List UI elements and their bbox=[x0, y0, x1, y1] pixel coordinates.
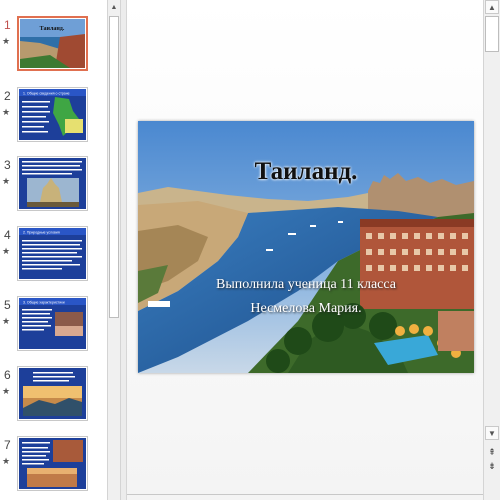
animation-star-icon: ★ bbox=[2, 107, 11, 117]
slide-thumbnail-6[interactable]: 6 ★ bbox=[0, 366, 107, 426]
slide-thumbnail-frame[interactable] bbox=[17, 436, 88, 491]
slide-title[interactable]: Таиланд. bbox=[138, 158, 474, 186]
slide-vertical-scrollbar[interactable]: ▲ ▼ ⇞ ⇟ bbox=[483, 0, 500, 500]
divider bbox=[127, 494, 483, 495]
current-slide[interactable]: Таиланд. Выполнила ученица 11 класса Нес… bbox=[138, 121, 474, 373]
slide-thumbnail-image bbox=[19, 368, 86, 419]
slide-number: 4 bbox=[4, 228, 11, 242]
animation-star-icon: ★ bbox=[2, 456, 11, 466]
slide-thumbnail-image: 1. Общие сведения о стране bbox=[19, 89, 86, 140]
thumbnail-title: Таиланд. bbox=[40, 26, 65, 32]
scroll-up-arrow-icon[interactable]: ▲ bbox=[485, 0, 499, 14]
scroll-up-arrow-icon[interactable]: ▲ bbox=[108, 0, 120, 14]
thumbnail-title: 1. Общие сведения о стране bbox=[23, 92, 70, 96]
thumbnail-pane-scrollbar[interactable]: ▲ bbox=[107, 0, 121, 500]
animation-star-icon: ★ bbox=[2, 246, 11, 256]
slide-thumbnail-1[interactable]: 1 ★ Таиланд. bbox=[0, 16, 107, 76]
slide-thumbnail-frame[interactable]: 2. Природные условия bbox=[17, 226, 88, 281]
slide-thumbnail-3[interactable]: 3 ★ bbox=[0, 156, 107, 216]
slide-thumbnail-frame[interactable]: 1. Общие сведения о стране bbox=[17, 87, 88, 142]
slide-thumbnail-5[interactable]: 5 ★ 3. Общие характеристики bbox=[0, 296, 107, 356]
previous-slide-icon[interactable]: ⇞ bbox=[485, 446, 499, 458]
slide-thumbnail-frame[interactable]: Таиланд. bbox=[17, 16, 88, 71]
slide-thumbnail-frame[interactable] bbox=[17, 366, 88, 421]
slide-thumbnail-2[interactable]: 2 ★ 1. Общие сведения о стране bbox=[0, 87, 107, 147]
slide-thumbnail-4[interactable]: 4 ★ 2. Природные условия bbox=[0, 226, 107, 286]
animation-star-icon: ★ bbox=[2, 176, 11, 186]
slide-subtitle-line[interactable]: Несмелова Мария. bbox=[138, 301, 474, 317]
slide-thumbnail-image: Таиланд. bbox=[20, 19, 85, 68]
slide-thumbnail-7[interactable]: 7 ★ bbox=[0, 436, 107, 496]
next-slide-icon[interactable]: ⇟ bbox=[485, 460, 499, 472]
slide-number: 6 bbox=[4, 368, 11, 382]
thumbnail-title: 3. Общие характеристики bbox=[23, 301, 65, 305]
slide-thumbnail-image: 2. Природные условия bbox=[19, 228, 86, 279]
thumbnail-title: 2. Природные условия bbox=[23, 231, 60, 235]
slide-number: 1 bbox=[4, 18, 11, 32]
slide-number: 7 bbox=[4, 438, 11, 452]
thumbnail-pane-scroll-thumb[interactable] bbox=[109, 16, 119, 318]
slide-number: 5 bbox=[4, 298, 11, 312]
slide-number: 3 bbox=[4, 158, 11, 172]
slide-thumbnail-frame[interactable]: 3. Общие характеристики bbox=[17, 296, 88, 351]
scroll-down-arrow-icon[interactable]: ▼ bbox=[485, 426, 499, 440]
slide-thumbnail-image: 3. Общие характеристики bbox=[19, 298, 86, 349]
slide-thumbnail-frame[interactable] bbox=[17, 156, 88, 211]
animation-star-icon: ★ bbox=[2, 316, 11, 326]
animation-star-icon: ★ bbox=[2, 36, 11, 46]
slide-scroll-thumb[interactable] bbox=[485, 16, 499, 52]
slide-thumbnail-image bbox=[19, 158, 86, 209]
animation-star-icon: ★ bbox=[2, 386, 11, 396]
slide-thumbnail-image bbox=[19, 438, 86, 489]
slide-subtitle-line[interactable]: Выполнила ученица 11 класса bbox=[138, 277, 474, 293]
slide-number: 2 bbox=[4, 89, 11, 103]
slide-editing-area: Таиланд. Выполнила ученица 11 класса Нес… bbox=[127, 0, 483, 500]
slide-thumbnail-pane: 1 ★ Таиланд. 2 ★ 1. Общие сведения о стр… bbox=[0, 0, 107, 500]
